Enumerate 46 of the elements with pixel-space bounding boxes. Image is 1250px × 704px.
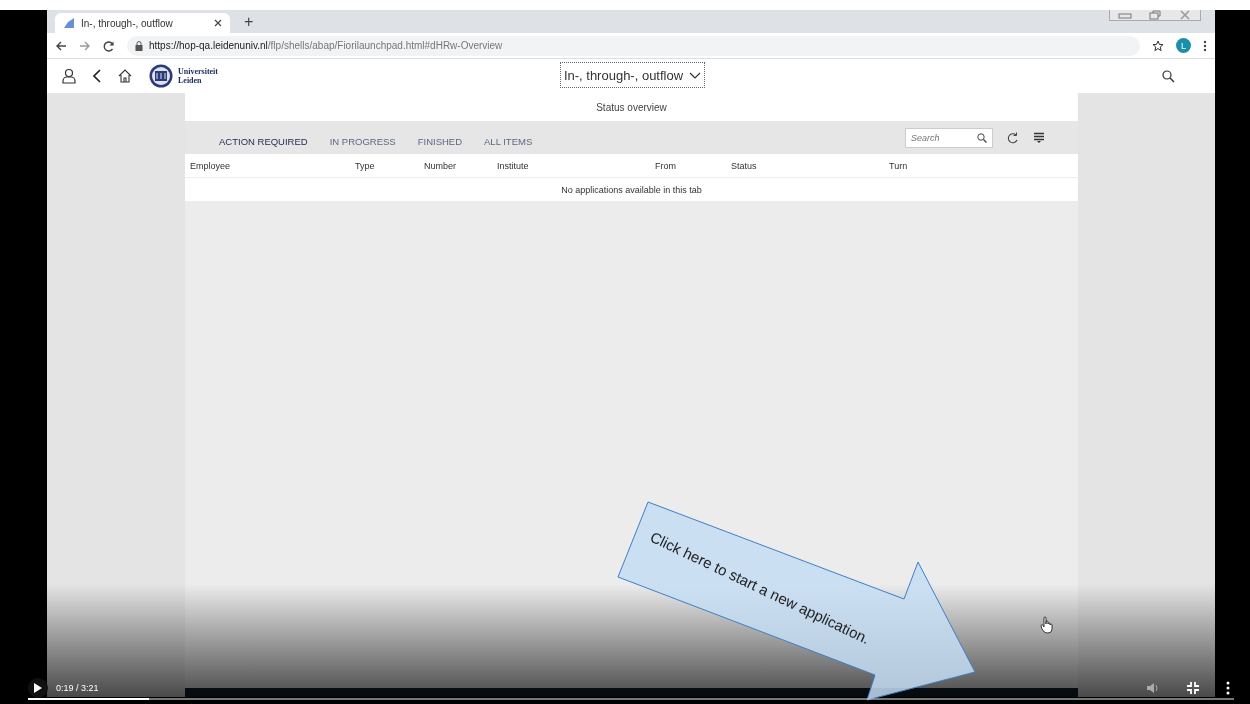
chevron-down-icon — [689, 71, 702, 79]
column-header: Institute — [497, 160, 530, 171]
back-arrow-icon[interactable] — [55, 39, 67, 52]
more-vertical-icon[interactable] — [1203, 39, 1207, 52]
panel-title: Status overview — [596, 101, 667, 113]
logo-text: Universiteit — [178, 67, 218, 76]
volume-icon[interactable] — [1146, 682, 1160, 694]
lock-icon — [135, 40, 143, 51]
more-vertical-icon[interactable] — [1226, 681, 1230, 695]
column-header: Employee — [190, 160, 232, 171]
time-display: 0:19 / 3:21 — [56, 683, 99, 693]
new-tab-button[interactable]: + — [240, 13, 258, 31]
search-icon — [977, 132, 987, 143]
address-bar[interactable]: https://hop-qa.leidenuniv.nl/flp/shells/abap/Fiorilaunchpad.html#dHRw-Overview — [127, 35, 1140, 56]
tab[interactable]: ACTION REQUIRED — [219, 136, 308, 147]
search-field[interactable]: Search — [905, 127, 993, 148]
column-header: Status — [731, 160, 758, 171]
tab[interactable]: FINISHED — [417, 136, 463, 147]
search-icon[interactable] — [1162, 70, 1175, 83]
seal-logo-icon — [149, 64, 173, 88]
exit-fullscreen-icon[interactable] — [1186, 681, 1200, 695]
reload-icon[interactable] — [103, 39, 115, 52]
app-title-dropdown[interactable]: In-, through-, outflow — [560, 62, 705, 88]
browser-tab[interactable]: In-, through-, outflow — [55, 13, 230, 33]
column-header: From — [655, 160, 677, 171]
profile-avatar[interactable]: L — [1176, 38, 1191, 53]
refresh-icon[interactable] — [1007, 131, 1018, 144]
star-icon[interactable] — [1152, 39, 1164, 52]
tab[interactable]: IN PROGRESS — [329, 136, 396, 147]
user-icon[interactable] — [62, 68, 76, 84]
page-icon — [63, 17, 75, 29]
tab-title: In-, through-, outflow — [81, 17, 174, 29]
forward-arrow-icon[interactable] — [79, 39, 91, 52]
tab[interactable]: ALL ITEMS — [484, 136, 533, 147]
empty-message: No applications available in this tab — [561, 184, 702, 195]
logo-text: Leiden — [178, 76, 203, 85]
column-header: Turn — [889, 160, 909, 171]
column-header: Number — [424, 160, 457, 171]
back-icon[interactable] — [93, 69, 101, 83]
url-text: https://hop-qa.leidenuniv.nl/flp/shells/abap/Fiorilaunchpad.html#dHRw-Overview — [149, 40, 503, 51]
hand-cursor-icon — [1040, 616, 1054, 634]
column-header: Type — [355, 160, 376, 171]
home-icon[interactable] — [118, 69, 132, 83]
play-icon — [34, 683, 42, 693]
close-icon[interactable] — [214, 19, 222, 27]
list-menu-icon[interactable] — [1034, 132, 1044, 143]
